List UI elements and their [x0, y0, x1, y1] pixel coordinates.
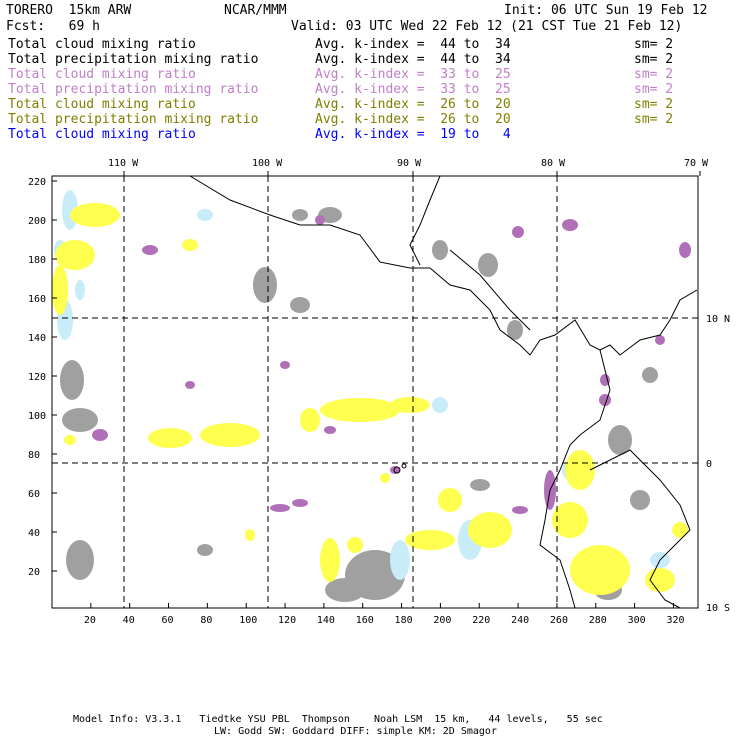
gray-precip-blob	[290, 297, 310, 313]
x-tick-label: 140	[316, 615, 335, 626]
x-tick-label: 20	[83, 615, 96, 626]
x-tick-label: 260	[549, 615, 568, 626]
map-frame	[51, 175, 699, 609]
yellow-precip-blob	[380, 473, 390, 483]
y-tick-label: 20	[28, 567, 41, 578]
lon-label: 90 W	[397, 158, 422, 169]
gray-precip-blob	[432, 240, 448, 260]
lat-label: 10 S	[706, 603, 731, 614]
lightblue-precip-blob	[75, 280, 85, 300]
purple-precip-blob	[679, 242, 691, 258]
x-tick-label: 200	[433, 615, 452, 626]
x-tick-label: 100	[239, 615, 258, 626]
yellow-precip-blob	[52, 265, 68, 315]
x-tick-label: 60	[161, 615, 174, 626]
purple-precip-blob	[292, 499, 308, 507]
x-tick-label: 280	[588, 615, 607, 626]
y-tick-label: 60	[28, 489, 41, 500]
yellow-precip-blob	[70, 203, 120, 227]
x-tick-label: 120	[278, 615, 297, 626]
x-tick-label: 40	[122, 615, 135, 626]
gray-precip-blob	[60, 360, 84, 400]
weather-map-figure: TORERO 15km ARW NCAR/MMM Init: 06 UTC Su…	[0, 0, 740, 740]
lightblue-precip-blob	[197, 209, 213, 221]
y-tick-label: 200	[28, 216, 47, 227]
yellow-precip-blob	[245, 529, 255, 541]
galapagos-island	[401, 463, 407, 469]
yellow-precip-blob	[148, 428, 192, 448]
purple-precip-blob	[185, 381, 195, 389]
gray-precip-blob	[253, 267, 277, 303]
y-tick-label: 100	[28, 411, 47, 422]
y-tick-label: 160	[28, 294, 47, 305]
gray-precip-blob	[62, 408, 98, 432]
yellow-precip-blob	[672, 522, 688, 538]
x-tick-label: 80	[200, 615, 213, 626]
yellow-precip-blob	[64, 435, 76, 445]
x-tick-label: 160	[355, 615, 374, 626]
gray-precip-blob	[630, 490, 650, 510]
gray-precip-blob	[470, 479, 490, 491]
yellow-precip-blob	[347, 537, 363, 553]
purple-precip-blob	[512, 226, 524, 238]
x-tick-label: 220	[472, 615, 491, 626]
y-tick-label: 180	[28, 255, 47, 266]
lightblue-precip-blob	[390, 540, 410, 580]
purple-precip-blob	[324, 426, 336, 434]
yellow-precip-blob	[570, 545, 630, 595]
yellow-precip-blob	[468, 512, 512, 548]
purple-precip-blob	[562, 219, 578, 231]
x-tick-label: 240	[511, 615, 530, 626]
gray-precip-blob	[66, 540, 94, 580]
purple-precip-blob	[280, 361, 290, 369]
gray-precip-blob	[197, 544, 213, 556]
lon-label: 110 W	[108, 158, 139, 169]
lon-label: 80 W	[541, 158, 566, 169]
footer-physics-info: LW: Godd SW: Goddard DIFF: simple KM: 2D…	[214, 726, 497, 737]
yellow-precip-blob	[438, 488, 462, 512]
lat-label: 10 N	[706, 314, 731, 325]
lon-label: 100 W	[252, 158, 283, 169]
lon-label: 70 W	[684, 158, 709, 169]
yellow-precip-blob	[390, 397, 430, 413]
y-tick-label: 220	[28, 177, 47, 188]
yellow-precip-blob	[320, 538, 340, 582]
map-plot	[51, 171, 701, 609]
x-tick-label: 320	[666, 615, 685, 626]
purple-precip-blob	[142, 245, 158, 255]
yellow-precip-blob	[182, 239, 198, 251]
purple-precip-blob	[655, 335, 665, 345]
purple-precip-blob	[92, 429, 108, 441]
y-tick-label: 80	[28, 450, 41, 461]
x-tick-label: 300	[627, 615, 646, 626]
y-tick-label: 140	[28, 333, 47, 344]
y-tick-label: 40	[28, 528, 41, 539]
coastline	[189, 175, 698, 356]
lat-label: 0	[706, 459, 713, 470]
x-tick-label: 180	[394, 615, 413, 626]
gray-precip-blob	[642, 367, 658, 383]
lightblue-precip-blob	[432, 397, 448, 413]
y-tick-label: 120	[28, 372, 47, 383]
gray-precip-blob	[478, 253, 498, 277]
purple-precip-blob	[315, 215, 325, 225]
yellow-precip-blob	[300, 408, 320, 432]
yellow-precip-blob	[200, 423, 260, 447]
yellow-precip-blob	[320, 398, 400, 422]
gray-precip-blob	[292, 209, 308, 221]
purple-precip-blob	[512, 506, 528, 514]
purple-precip-blob	[270, 504, 290, 512]
